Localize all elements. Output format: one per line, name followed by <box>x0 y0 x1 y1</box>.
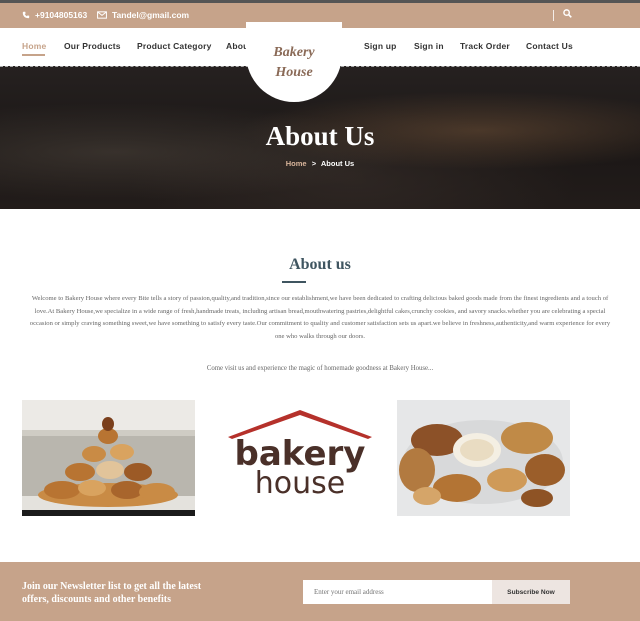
newsletter-line2: offers, discounts and other benefits <box>22 594 171 605</box>
nav-active-indicator <box>22 54 45 56</box>
subscribe-button[interactable]: Subscribe Now <box>492 580 570 604</box>
breadcrumb-separator: > <box>311 159 317 168</box>
nav-sign-in[interactable]: Sign in <box>414 41 444 51</box>
bakery-house-brand-logo: bakery house <box>225 407 375 503</box>
logo-text-line2: House <box>275 65 313 80</box>
envelope-icon <box>97 11 107 19</box>
nav-track-order[interactable]: Track Order <box>460 41 510 51</box>
phone-number: +9104805163 <box>35 10 88 20</box>
email-address: Tandel@gmail.com <box>112 10 190 20</box>
breadcrumb-home-link[interactable]: Home <box>286 159 307 168</box>
brand-word-house: house <box>255 466 345 501</box>
heading-underline <box>282 281 306 283</box>
topbar-divider <box>553 10 554 21</box>
page-title: About Us <box>265 121 375 151</box>
newsletter-line1: Join our Newsletter list to get all the … <box>22 581 202 592</box>
nav-our-products[interactable]: Our Products <box>64 41 121 51</box>
nav-contact-us[interactable]: Contact Us <box>526 41 573 51</box>
breadcrumb-current: About Us <box>320 159 355 168</box>
about-heading: About us <box>289 256 351 273</box>
search-button[interactable] <box>563 9 572 20</box>
newsletter-email-input[interactable] <box>303 580 492 604</box>
newsletter-section: Join our Newsletter list to get all the … <box>0 562 640 621</box>
about-paragraph: Welcome to Bakery House where every Bite… <box>29 295 611 340</box>
bread-assortment-image <box>397 400 570 516</box>
logo-text-line1: Bakery <box>273 45 315 60</box>
nav-product-category[interactable]: Product Category <box>137 41 212 51</box>
phone-icon <box>22 11 30 19</box>
newsletter-text: Join our Newsletter list to get all the … <box>22 580 262 606</box>
nav-sign-up[interactable]: Sign up <box>364 41 397 51</box>
breadcrumb: Home > About Us <box>0 159 640 168</box>
visit-invitation: Come visit us and experience the magic o… <box>206 365 434 372</box>
phone-contact[interactable]: +9104805163 <box>22 10 87 20</box>
pastry-tower-image <box>22 400 195 516</box>
nav-home[interactable]: Home <box>22 41 46 51</box>
email-contact[interactable]: Tandel@gmail.com <box>97 10 189 20</box>
search-icon <box>563 9 572 18</box>
